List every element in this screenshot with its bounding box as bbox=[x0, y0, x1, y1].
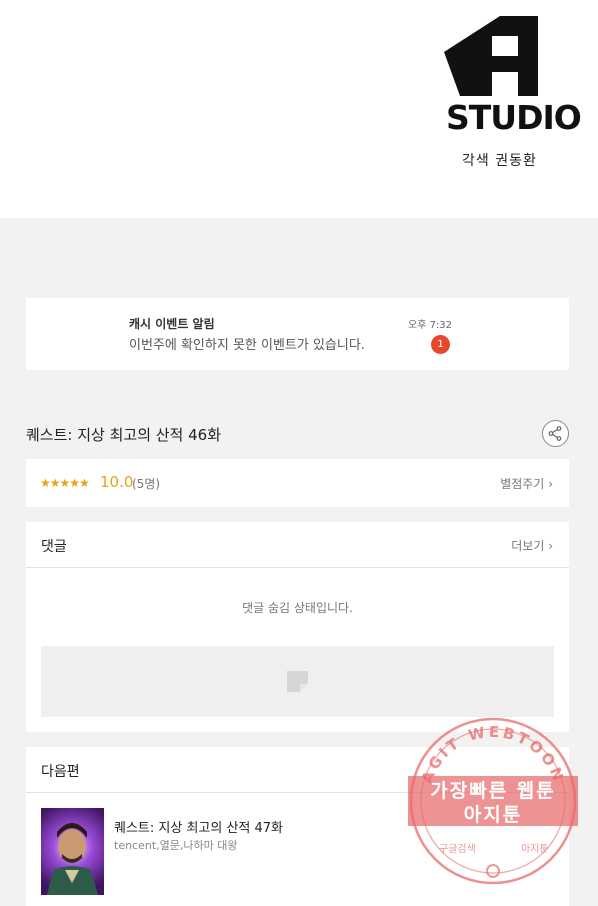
notification-badge: 1 bbox=[431, 335, 450, 354]
notification-message: 이번주에 확인하지 못한 이벤트가 있습니다. bbox=[129, 338, 365, 353]
watermark-line1: 가장빠른 웹툰 bbox=[430, 780, 556, 802]
next-episode-thumbnail[interactable] bbox=[41, 808, 104, 895]
rating-stars: ★★★★★ bbox=[40, 476, 90, 490]
rate-label: 별점주기 bbox=[500, 477, 545, 491]
more-comments-button[interactable]: 더보기 › bbox=[511, 537, 553, 554]
character-portrait-icon bbox=[47, 823, 98, 895]
next-episode-title[interactable]: 퀘스트: 지상 최고의 산적 47화 bbox=[114, 817, 283, 836]
hero-banner: STUDIO 각색 권동환 bbox=[0, 0, 598, 218]
rating-score: 10.0 bbox=[100, 473, 134, 491]
watermark-line2: 아지툰 bbox=[463, 804, 523, 826]
comments-header: 댓글 더보기 › bbox=[26, 522, 569, 568]
cash-event-notification[interactable]: 캐시 이벤트 알림 오후 7:32 이번주에 확인하지 못한 이벤트가 있습니다… bbox=[26, 298, 569, 370]
chevron-right-icon: › bbox=[548, 477, 553, 491]
comments-hidden-message: 댓글 숨김 상태입니다. bbox=[242, 601, 353, 615]
more-label: 더보기 bbox=[511, 539, 545, 553]
notification-title: 캐시 이벤트 알림 bbox=[129, 317, 215, 331]
comments-section: 댓글 더보기 › 댓글 숨김 상태입니다. bbox=[26, 522, 569, 732]
rating-voters: (5명) bbox=[132, 477, 161, 491]
notification-time: 오후 7:32 bbox=[408, 320, 453, 331]
image-placeholder-icon bbox=[287, 671, 308, 692]
comments-title: 댓글 bbox=[41, 539, 67, 555]
next-episode-meta: tencent,열문,나하마 대왕 bbox=[114, 839, 238, 852]
next-episode-heading: 다음편 bbox=[41, 764, 80, 780]
adaptation-credit: 각색 권동환 bbox=[462, 153, 537, 169]
rating-panel: ★★★★★ 10.0 (5명) 별점주기 › bbox=[26, 459, 569, 507]
episode-title: 퀘스트: 지상 최고의 산적 46화 bbox=[26, 426, 222, 444]
share-button[interactable] bbox=[542, 420, 569, 447]
share-icon bbox=[548, 426, 562, 441]
studio-name: STUDIO bbox=[446, 98, 582, 137]
ad-placeholder[interactable] bbox=[41, 646, 554, 717]
rate-button[interactable]: 별점주기 › bbox=[500, 475, 553, 492]
chevron-right-icon: › bbox=[548, 539, 553, 553]
